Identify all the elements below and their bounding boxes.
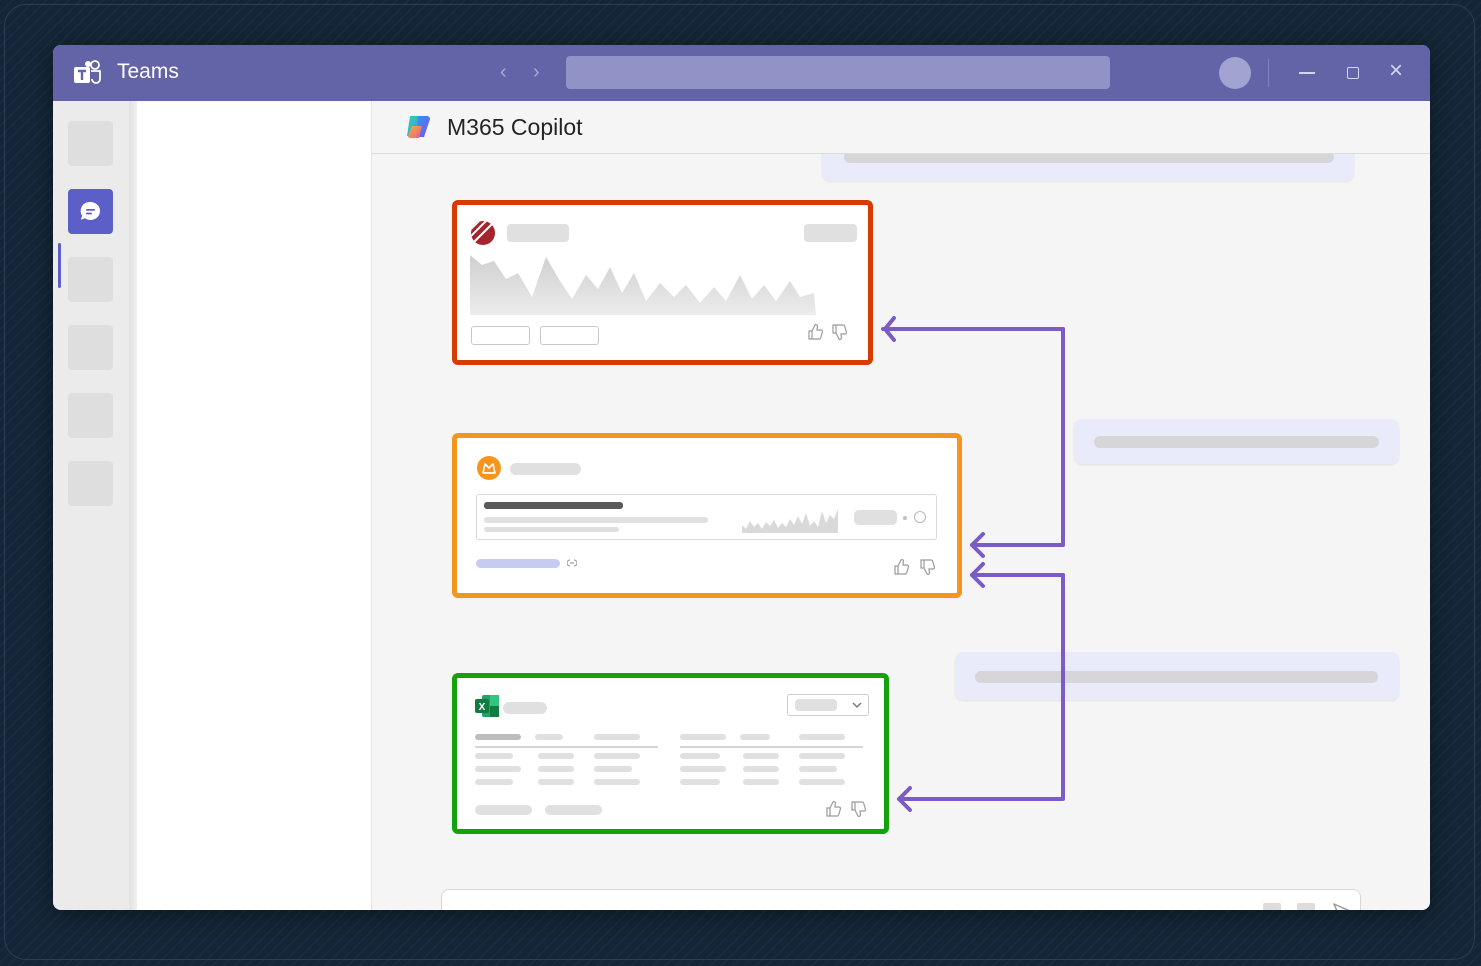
table-cell-placeholder [594, 753, 640, 759]
arrow-to-green-card [897, 573, 1065, 801]
chat-icon [80, 201, 101, 220]
table-cell-placeholder [475, 753, 513, 759]
table-cell-placeholder [475, 779, 513, 785]
chevron-down-icon [852, 702, 862, 709]
thumbs-up-icon[interactable] [807, 323, 823, 341]
table-cell-placeholder [799, 753, 845, 759]
arrow-to-orange-card [970, 327, 1065, 547]
thumbs-up-icon[interactable] [893, 558, 909, 576]
sparkline-chart-graphic [742, 509, 838, 533]
panel-text-placeholder [484, 527, 619, 532]
table-header-placeholder [594, 734, 640, 740]
table-cell-placeholder [680, 753, 720, 759]
teams-logo-icon [74, 60, 101, 84]
table-cell-placeholder [799, 779, 845, 785]
dropdown-value-placeholder [795, 699, 837, 711]
table-cell-placeholder [680, 779, 720, 785]
table-header-placeholder [740, 734, 770, 740]
close-button[interactable]: × [1389, 59, 1403, 83]
table-header-placeholder [799, 734, 845, 740]
rail-divider [129, 101, 137, 910]
rail-item-6[interactable] [68, 461, 113, 506]
rail-item-3[interactable] [68, 257, 113, 302]
rail-item-4[interactable] [68, 325, 113, 370]
table-cell-placeholder [680, 766, 726, 772]
table-cell-placeholder [799, 766, 837, 772]
panel-radio[interactable] [914, 511, 926, 523]
copilot-logo-icon [407, 116, 430, 138]
rail-item-1[interactable] [68, 121, 113, 166]
forward-arrow-icon[interactable]: › [533, 61, 540, 84]
table-divider [680, 746, 863, 748]
panel-dot [903, 516, 907, 520]
card-title-placeholder [507, 224, 569, 242]
teams-window: Teams ‹ › × M365 Copilot X [53, 45, 1430, 910]
card-badge-placeholder [804, 224, 857, 242]
table-cell-placeholder [538, 766, 574, 772]
link-icon [567, 559, 577, 567]
table-header-placeholder [535, 734, 563, 740]
chat-area: M365 Copilot X [372, 101, 1430, 910]
rail-item-chat[interactable] [68, 189, 113, 234]
app-title: Teams [117, 60, 179, 83]
table-cell-placeholder [538, 779, 574, 785]
dropdown-select[interactable] [787, 694, 869, 716]
area-chart-graphic [470, 255, 816, 315]
avatar[interactable] [1219, 57, 1251, 89]
excel-icon: X [475, 695, 499, 717]
card-footer-placeholder[interactable] [545, 805, 602, 815]
minimize-button[interactable] [1299, 72, 1315, 74]
orange-app-icon [477, 456, 501, 480]
search-input[interactable] [566, 56, 1110, 89]
left-rail [53, 101, 129, 910]
table-cell-placeholder [743, 753, 779, 759]
orange-card[interactable] [452, 433, 962, 598]
red-card[interactable] [452, 200, 873, 365]
table-divider [475, 746, 658, 748]
striped-ball-icon [471, 221, 495, 245]
card-action-button-1[interactable] [471, 326, 530, 345]
table-cell-placeholder [743, 779, 779, 785]
panel-heading-placeholder [484, 502, 623, 509]
rail-item-5[interactable] [68, 393, 113, 438]
rail-active-indicator [58, 243, 61, 288]
card-link-placeholder[interactable] [476, 559, 560, 568]
table-header-placeholder [680, 734, 726, 740]
table-cell-placeholder [538, 753, 574, 759]
panel-text-placeholder [484, 517, 708, 523]
panel-badge-placeholder [854, 510, 897, 525]
chat-header: M365 Copilot [372, 101, 1430, 154]
table-cell-placeholder [594, 779, 640, 785]
table-cell-placeholder [594, 766, 632, 772]
table-header-placeholder [475, 734, 521, 740]
table-cell-placeholder [743, 766, 779, 772]
green-card[interactable]: X [452, 673, 889, 834]
chat-title: M365 Copilot [447, 114, 583, 140]
thumbs-down-icon[interactable] [831, 323, 847, 341]
back-arrow-icon[interactable]: ‹ [500, 61, 507, 84]
chat-list-pane [137, 101, 372, 910]
thumbs-down-icon[interactable] [919, 558, 935, 576]
thumbs-down-icon[interactable] [850, 800, 866, 818]
title-bar: Teams ‹ › × [53, 45, 1430, 101]
card-title-placeholder [503, 702, 547, 714]
card-title-placeholder [510, 463, 581, 475]
table-cell-placeholder [475, 766, 521, 772]
embedded-panel[interactable] [476, 494, 937, 540]
titlebar-divider [1268, 59, 1269, 87]
thumbs-up-icon[interactable] [825, 800, 841, 818]
card-footer-placeholder[interactable] [475, 805, 532, 815]
maximize-button[interactable] [1347, 67, 1359, 79]
card-action-button-2[interactable] [540, 326, 599, 345]
excel-letter: X [479, 702, 486, 713]
